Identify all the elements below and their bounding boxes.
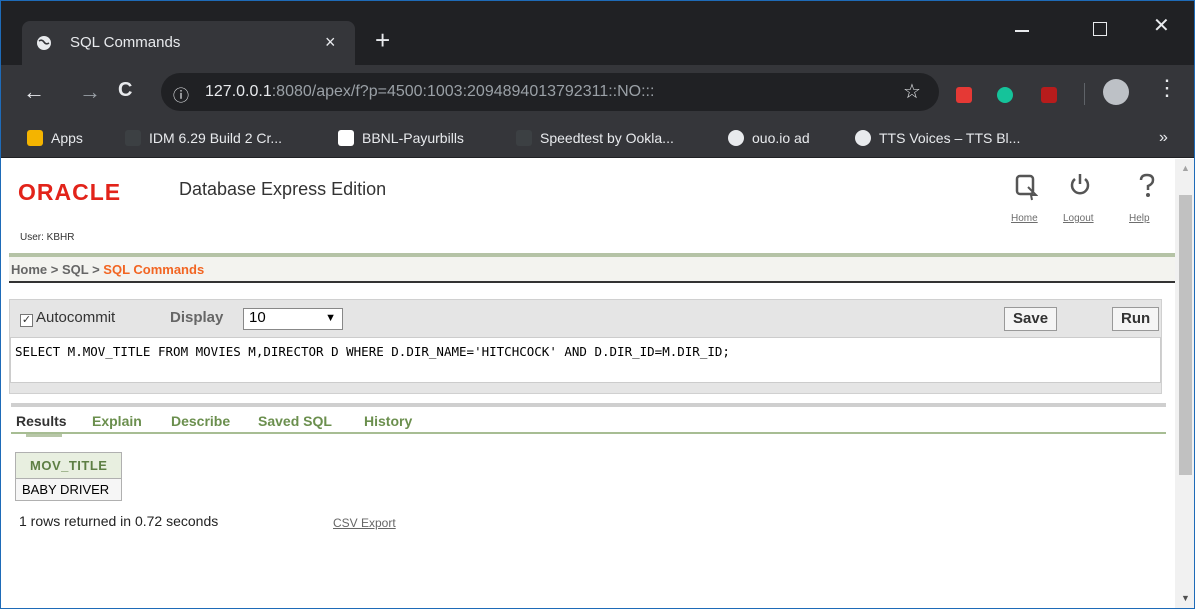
tab-saved-sql[interactable]: Saved SQL — [258, 413, 332, 429]
checkbox-checked-icon[interactable]: ✓ — [20, 314, 33, 327]
url-text: 127.0.0.1:8080/apex/f?p=4500:1003:209489… — [205, 83, 655, 100]
logout-link[interactable]: Logout — [1063, 213, 1094, 224]
back-icon[interactable]: ← — [23, 79, 45, 105]
page-icon — [125, 130, 141, 146]
tab-results[interactable]: Results — [16, 413, 67, 429]
sql-command-panel: ✓ Autocommit Display 10 ▼ Save Run SELECT … — [9, 299, 1162, 394]
apps-grid-icon — [27, 130, 43, 146]
info-icon[interactable]: ⓘ — [173, 82, 189, 106]
bookmarks-bar: Apps IDM 6.29 Build 2 Cr... BBNL-Payurbi… — [1, 119, 1194, 158]
scroll-up-icon[interactable]: ▲ — [1181, 163, 1190, 173]
reload-icon[interactable]: C — [118, 79, 132, 102]
csv-export-link[interactable]: CSV Export — [333, 516, 396, 530]
browser-tab[interactable]: SQL Commands × — [22, 21, 355, 65]
home-icon[interactable] — [1014, 173, 1038, 201]
forward-icon[interactable]: → — [79, 79, 101, 105]
extension-shield-icon[interactable] — [956, 87, 972, 103]
tab-title: SQL Commands — [70, 34, 181, 51]
globe-icon — [855, 130, 871, 146]
address-bar[interactable]: ⓘ 127.0.0.1:8080/apex/f?p=4500:1003:2094… — [161, 73, 939, 111]
title-bar: SQL Commands × + ✕ — [1, 1, 1194, 65]
tab-close-icon[interactable]: × — [325, 32, 336, 53]
breadcrumb-path: Home > SQL > SQL Commands — [11, 262, 205, 277]
table-row: BABY DRIVER — [14, 478, 123, 501]
toolbar-separator — [1084, 83, 1085, 105]
globe-icon — [728, 130, 744, 146]
tab-history[interactable]: History — [364, 413, 412, 429]
breadcrumb-sql[interactable]: SQL — [62, 262, 89, 277]
new-tab-icon[interactable]: + — [375, 27, 390, 53]
display-label: Display — [170, 309, 224, 326]
menu-icon[interactable]: ⋮ — [1156, 75, 1178, 101]
bookmark-apps[interactable]: Apps — [27, 130, 83, 146]
oracle-logo: ORACLE — [18, 179, 122, 205]
browser-toolbar: ← → C ⓘ 127.0.0.1:8080/apex/f?p=4500:100… — [1, 65, 1194, 119]
page-icon — [516, 130, 532, 146]
bookmark-ouo[interactable]: ouo.io ad — [728, 130, 810, 146]
results-divider — [11, 432, 1166, 434]
table-cell: BABY DRIVER — [14, 478, 123, 501]
browser-window: SQL Commands × + ✕ ← → C ⓘ 127.0.0.1:808… — [0, 0, 1195, 609]
tab-describe[interactable]: Describe — [171, 413, 230, 429]
dropdown-arrow-icon: ▼ — [325, 312, 336, 324]
results-table: MOV_TITLE BABY DRIVER — [14, 452, 123, 501]
page-content: ORACLE Database Express Edition Home Log… — [1, 159, 1175, 608]
scroll-thumb[interactable] — [1179, 195, 1192, 475]
home-link[interactable]: Home — [1011, 213, 1038, 224]
bbnl-icon — [338, 130, 354, 146]
tab-explain[interactable]: Explain — [92, 413, 142, 429]
column-header: MOV_TITLE — [14, 452, 123, 479]
maximize-icon[interactable] — [1093, 22, 1107, 36]
page-scrollbar[interactable]: ▲ ▼ — [1175, 159, 1194, 608]
rows-returned-text: 1 rows returned in 0.72 seconds — [19, 513, 219, 529]
autocommit-checkbox[interactable]: ✓ Autocommit — [20, 309, 115, 327]
globe-icon — [37, 36, 51, 50]
save-button[interactable]: Save — [1004, 307, 1058, 331]
bookmark-bbnl[interactable]: BBNL-Payurbills — [338, 130, 464, 146]
run-button[interactable]: Run — [1112, 307, 1160, 331]
breadcrumb: Home > SQL > SQL Commands — [9, 253, 1175, 283]
user-label: User: KBHR — [20, 232, 75, 243]
tab-divider — [11, 403, 1166, 407]
pdf-extension-icon[interactable] — [1041, 87, 1057, 103]
help-icon[interactable] — [1137, 173, 1157, 199]
window-close-icon[interactable]: ✕ — [1153, 13, 1170, 38]
bookmark-idm[interactable]: IDM 6.29 Build 2 Cr... — [125, 130, 282, 146]
logout-power-icon[interactable] — [1069, 173, 1091, 197]
help-link[interactable]: Help — [1129, 213, 1150, 224]
grammarly-icon[interactable] — [997, 87, 1013, 103]
profile-avatar[interactable] — [1103, 79, 1129, 105]
breadcrumb-home[interactable]: Home — [11, 262, 47, 277]
minimize-icon[interactable] — [1015, 30, 1029, 32]
display-rows-select[interactable]: 10 ▼ — [243, 308, 343, 330]
scroll-down-icon[interactable]: ▼ — [1181, 593, 1190, 603]
bookmark-tts[interactable]: TTS Voices – TTS Bl... — [855, 130, 1020, 146]
product-name: Database Express Edition — [179, 179, 387, 199]
breadcrumb-current: SQL Commands — [103, 262, 205, 277]
bookmarks-overflow-icon[interactable]: » — [1159, 129, 1168, 147]
sql-editor-textarea[interactable]: SELECT M.MOV_TITLE FROM MOVIES M,DIRECTO… — [10, 337, 1161, 383]
bookmark-speedtest[interactable]: Speedtest by Ookla... — [516, 130, 674, 146]
result-tabs: Results Explain Describe Saved SQL Histo… — [11, 403, 1166, 437]
bookmark-star-icon[interactable]: ☆ — [903, 79, 921, 104]
